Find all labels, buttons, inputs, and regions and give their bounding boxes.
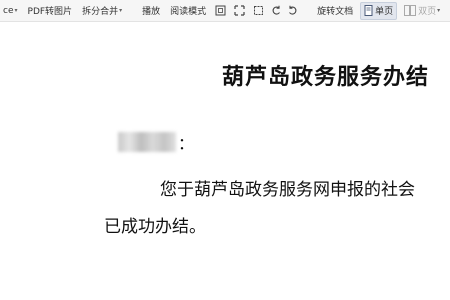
crop-icon [234, 5, 245, 16]
document-page: 葫芦岛政务服务办结 ： 您于葫芦岛政务服务网申报的社会 已成功办结。 [0, 22, 450, 300]
body-text-line-1: 您于葫芦岛政务服务网申报的社会 [160, 180, 415, 200]
reading-mode-label: 阅读模式 [170, 7, 207, 17]
rotate-right-button[interactable] [286, 2, 301, 20]
single-page-button[interactable]: 单页 [360, 1, 398, 20]
double-page-label: 双页 [418, 7, 437, 17]
double-page-button[interactable]: 双页 ▾ [401, 2, 443, 20]
rotate-document-button[interactable]: 旋转文档 [314, 2, 356, 20]
crop-button[interactable] [232, 2, 249, 20]
chevron-down-icon: ▾ [437, 7, 441, 14]
chevron-down-icon: ▾ [119, 7, 123, 14]
recipient-colon: ： [178, 134, 195, 153]
fit-page-button[interactable] [213, 2, 230, 20]
source-dropdown-label: ce [3, 5, 14, 16]
rotate-document-label: 旋转文档 [317, 7, 354, 17]
reading-mode-button[interactable]: 阅读模式 [167, 2, 209, 20]
screenshot-icon [253, 5, 264, 16]
toolbar: ce ▾ PDF转图片 拆分合并 ▾ 播放 阅读模式 旋转文档 单页 双页 ▾ [0, 0, 450, 22]
rotate-left-button[interactable] [270, 2, 285, 20]
chevron-down-icon: ▾ [14, 7, 18, 14]
screenshot-button[interactable] [251, 2, 268, 20]
fit-page-icon [215, 5, 226, 16]
rotate-left-icon [271, 5, 282, 16]
body-text-line-2: 已成功办结。 [104, 217, 206, 237]
pdf-to-image-label: PDF转图片 [27, 7, 73, 17]
single-page-label: 单页 [375, 7, 394, 17]
rotate-right-icon [287, 5, 298, 16]
source-dropdown[interactable]: ce ▾ [0, 2, 21, 20]
play-label: 播放 [142, 7, 161, 17]
double-page-icon [404, 5, 417, 16]
play-button[interactable]: 播放 [139, 2, 163, 20]
split-merge-label: 拆分合并 [82, 7, 119, 17]
single-page-icon [364, 5, 373, 16]
redacted-name [118, 132, 176, 152]
document-title: 葫芦岛政务服务办结 [222, 65, 430, 90]
split-merge-button[interactable]: 拆分合并 ▾ [79, 2, 125, 20]
recipient-line: ： [118, 130, 194, 154]
pdf-to-image-button[interactable]: PDF转图片 [25, 2, 76, 20]
